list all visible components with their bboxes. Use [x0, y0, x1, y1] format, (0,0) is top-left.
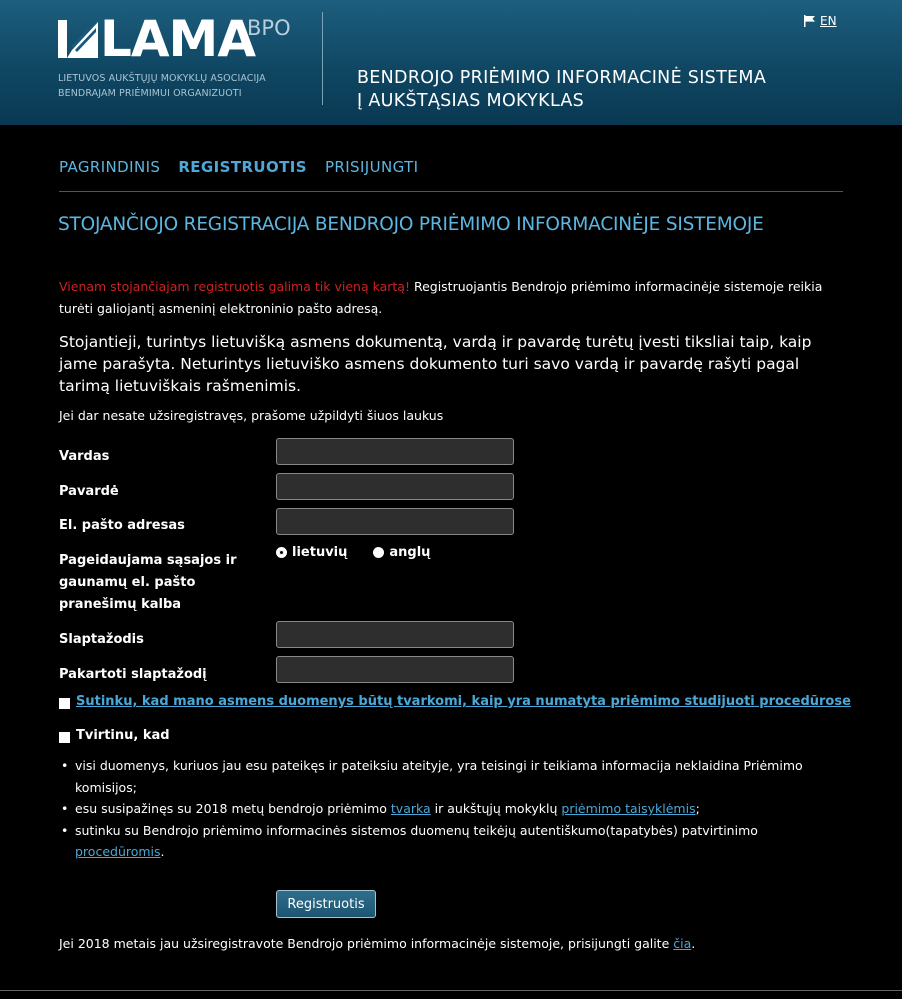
login-hint-end: .	[691, 936, 696, 951]
system-title-line1: BENDROJO PRIĖMIMO INFORMACINĖ SISTEMA	[357, 68, 767, 88]
page-title: STOJANČIOJO REGISTRACIJA BENDROJO PRIĖMI…	[58, 214, 764, 235]
affirm-list: visi duomenys, kuriuos jau esu pateikęs …	[59, 755, 849, 863]
procedures-link[interactable]: procedūromis	[75, 844, 161, 859]
system-title: BENDROJO PRIĖMIMO INFORMACINĖ SISTEMA Į …	[357, 67, 766, 113]
registration-notice: Vienam stojančiajam registruotis galima …	[59, 276, 849, 320]
password-label: Slaptažodis	[59, 632, 144, 647]
affirm-label: Tvirtinu, kad	[76, 728, 170, 743]
consent-checkbox[interactable]	[59, 698, 70, 709]
password-field[interactable]	[276, 621, 514, 648]
email-label: El. pašto adresas	[59, 518, 185, 533]
affirm-item-2: esu susipažinęs su 2018 metų bendrojo pr…	[59, 798, 849, 820]
logo-wordmark: LAMA	[100, 10, 256, 68]
last-name-label: Pavardė	[59, 484, 119, 499]
affirm-item-1: visi duomenys, kuriuos jau esu pateikęs …	[59, 755, 849, 798]
admission-rules-link[interactable]: priėmimo taisyklėmis	[561, 801, 695, 816]
logo-subtitle: LIETUVOS AUKŠTŲJŲ MOKYKLŲ ASOCIACIJA BEN…	[58, 71, 266, 101]
affirm-item-2-end: ;	[695, 801, 700, 816]
first-name-label: Vardas	[59, 449, 110, 464]
form-prompt: Jei dar nesate užsiregistravęs, prašome …	[59, 408, 444, 423]
language-en-link[interactable]: EN	[820, 14, 837, 28]
tvarka-link[interactable]: tvarka	[391, 801, 431, 816]
lama-logo-icon	[58, 20, 98, 58]
language-switch[interactable]: EN	[804, 14, 837, 28]
last-name-field[interactable]	[276, 473, 514, 500]
language-option-lt[interactable]: lietuvių	[276, 545, 347, 560]
consent-link[interactable]: Sutinku, kad mano asmens duomenys būtų t…	[76, 694, 851, 709]
site-header: LAMA BPO LIETUVOS AUKŠTŲJŲ MOKYKLŲ ASOCI…	[0, 0, 902, 125]
register-button[interactable]: Registruotis	[276, 890, 376, 918]
login-here-link[interactable]: čia	[673, 936, 691, 951]
login-hint: Jei 2018 metais jau užsiregistravote Ben…	[59, 936, 695, 951]
first-name-field[interactable]	[276, 438, 514, 465]
radio-checked-icon[interactable]	[276, 547, 287, 558]
language-option-en[interactable]: anglų	[373, 545, 430, 560]
language-option-lt-label: lietuvių	[292, 545, 348, 560]
affirm-item-2-mid: ir aukštųjų mokyklų	[430, 801, 562, 816]
radio-unchecked-icon[interactable]	[373, 547, 385, 558]
header-divider	[322, 12, 323, 105]
logo-subtitle-line1: LIETUVOS AUKŠTŲJŲ MOKYKLŲ ASOCIACIJA	[58, 73, 266, 84]
password-repeat-field[interactable]	[276, 656, 514, 683]
nav-divider	[59, 191, 843, 192]
language-radio-group: lietuvių anglų	[276, 545, 430, 560]
logo-suffix: BPO	[247, 16, 291, 40]
language-option-en-label: anglų	[389, 545, 431, 560]
flag-icon	[804, 15, 815, 27]
main-nav: PAGRINDINIS REGISTRUOTIS PRISIJUNGTI	[59, 158, 419, 176]
nav-item-pagrindinis[interactable]: PAGRINDINIS	[59, 158, 160, 176]
warning-text: Vienam stojančiajam registruotis galima …	[59, 279, 410, 294]
password-repeat-label: Pakartoti slaptažodį	[59, 667, 207, 682]
email-field[interactable]	[276, 508, 514, 535]
language-label: Pageidaujama sąsajos ir gaunamų el. pašt…	[59, 553, 237, 612]
nav-item-prisijungti[interactable]: PRISIJUNGTI	[325, 158, 419, 176]
nav-item-registruotis[interactable]: REGISTRUOTIS	[178, 158, 307, 176]
login-hint-text: Jei 2018 metais jau užsiregistravote Ben…	[59, 936, 674, 951]
affirm-item-3-end: .	[160, 844, 165, 859]
name-instructions: Stojantieji, turintys lietuvišką asmens …	[59, 333, 812, 395]
affirm-item-3: sutinku su Bendrojo priėmimo informacinė…	[59, 820, 849, 863]
affirm-item-2-text: esu susipažinęs su 2018 metų bendrojo pr…	[75, 801, 391, 816]
footer-divider	[0, 990, 902, 991]
system-title-line2: Į AUKŠTĄSIAS MOKYKLAS	[357, 91, 585, 111]
logo-subtitle-line2: BENDRAJAM PRIĖMIMUI ORGANIZUOTI	[58, 88, 242, 99]
affirm-item-3-text: sutinku su Bendrojo priėmimo informacinė…	[75, 822, 758, 838]
affirm-checkbox[interactable]	[59, 732, 70, 743]
